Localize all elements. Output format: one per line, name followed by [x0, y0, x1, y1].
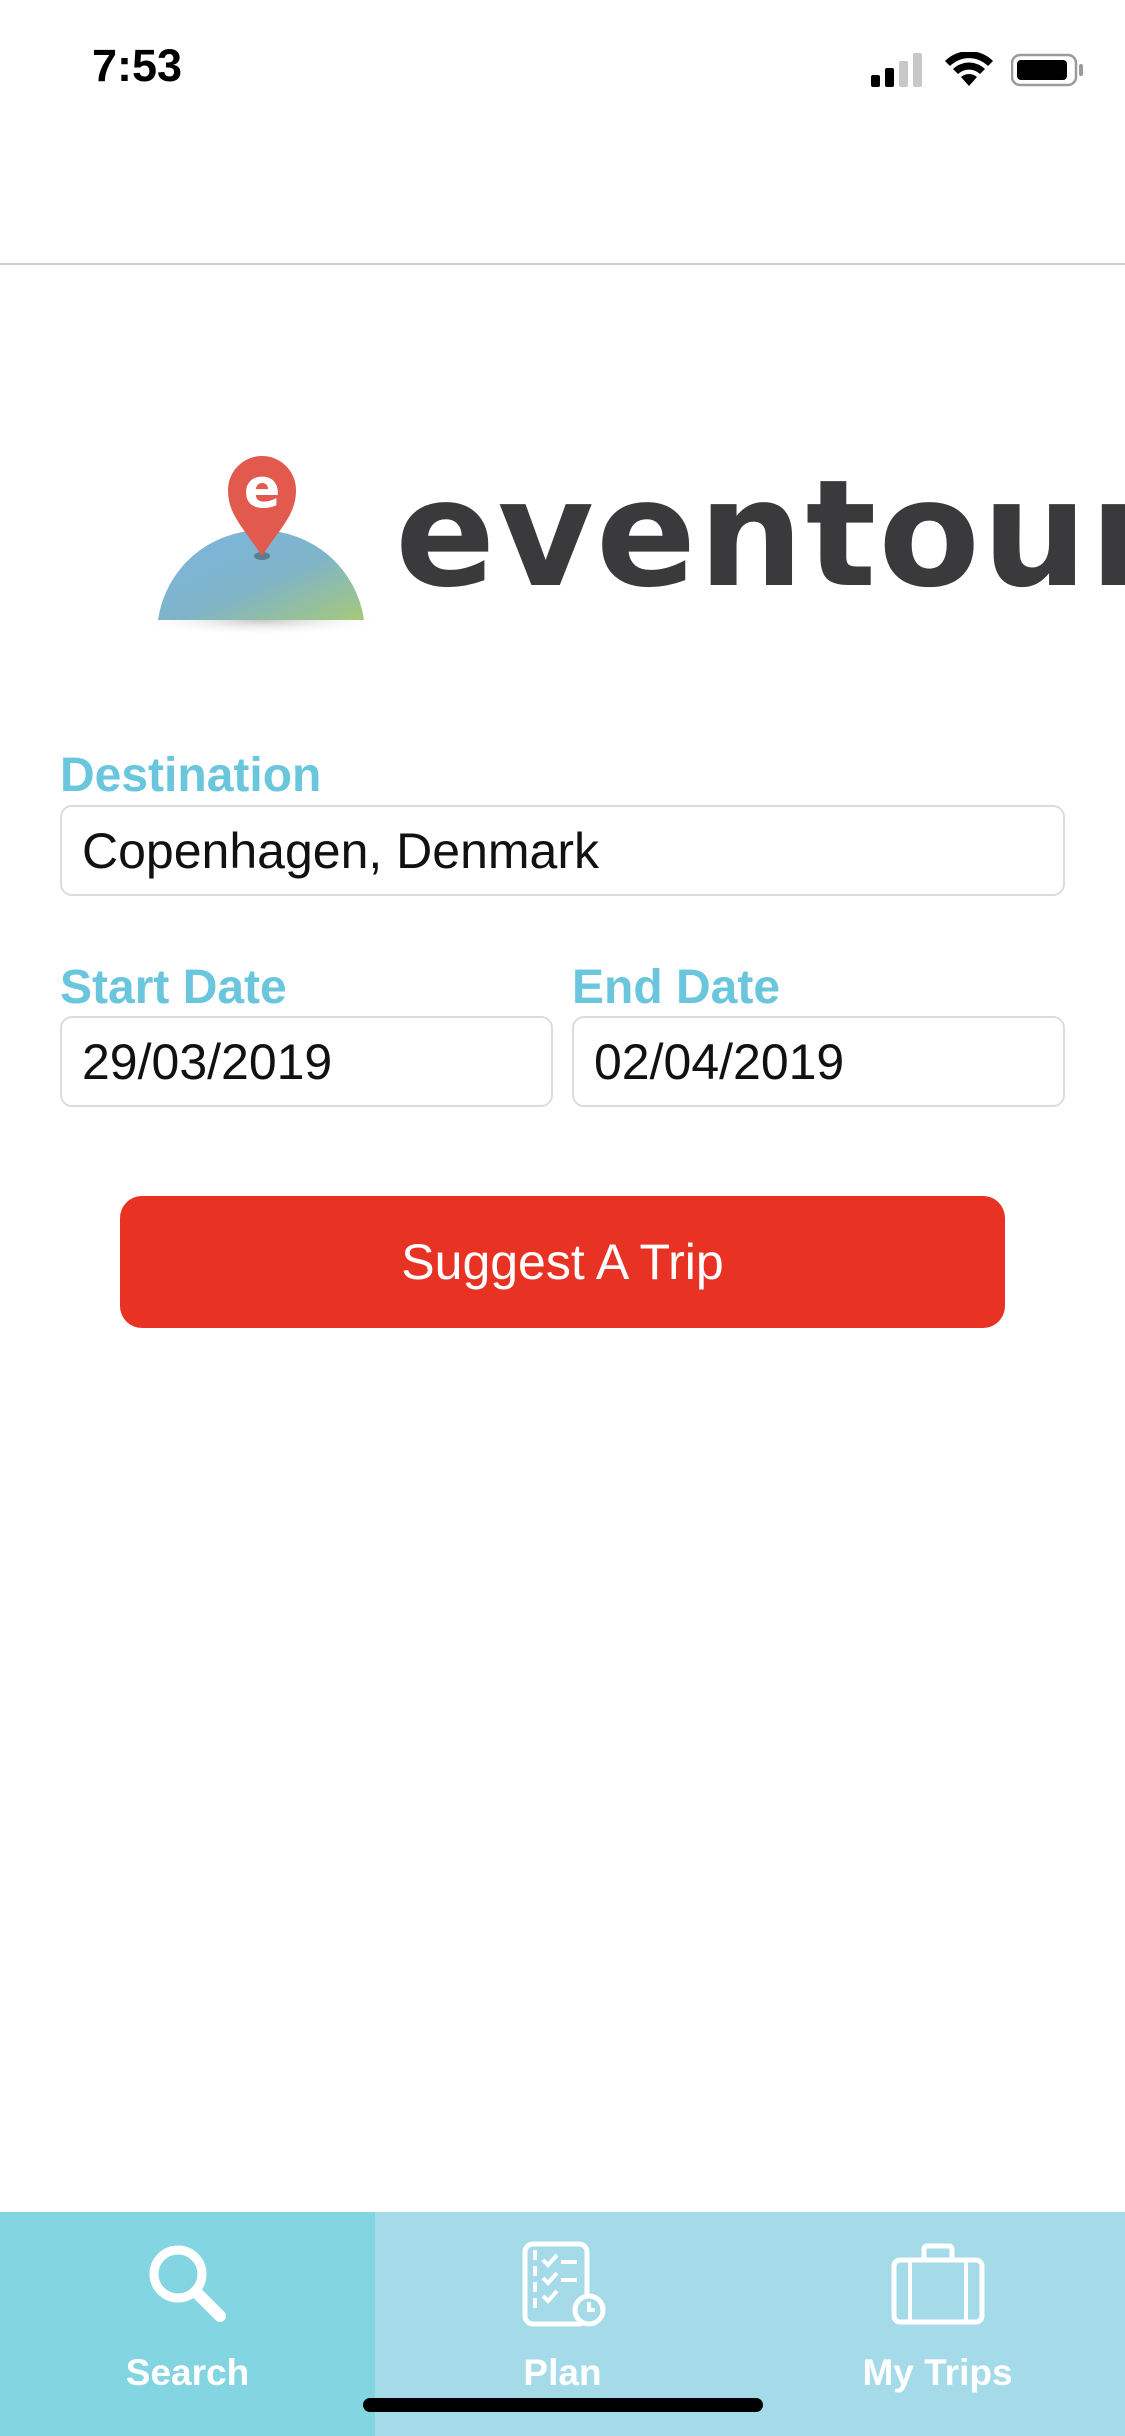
eventour-logo: e eventour	[130, 430, 1125, 650]
home-indicator[interactable]	[363, 2398, 763, 2412]
start-date-label: Start Date	[60, 961, 287, 1014]
tab-my-trips-label: My Trips	[862, 2352, 1013, 2393]
battery-icon	[1011, 53, 1083, 87]
brand-name: eventour	[395, 448, 1125, 620]
suggest-trip-button[interactable]: Suggest A Trip	[120, 1196, 1005, 1328]
cellular-signal-icon	[871, 53, 922, 87]
wifi-icon	[945, 52, 993, 86]
suitcase-icon	[891, 2243, 984, 2325]
end-date-field[interactable]: 02/04/2019	[572, 1016, 1065, 1107]
tab-search-label: Search	[125, 2352, 250, 2393]
pin-letter: e	[244, 457, 281, 520]
end-date-label: End Date	[572, 961, 781, 1014]
search-icon	[149, 2245, 226, 2322]
status-time: 7:53	[92, 40, 183, 91]
destination-field[interactable]: Copenhagen, Denmark	[60, 805, 1065, 896]
tab-search[interactable]: Search	[0, 2212, 375, 2436]
tab-plan-label: Plan	[523, 2352, 602, 2393]
status-bar: 7:53	[0, 0, 1125, 132]
destination-label: Destination	[60, 749, 322, 802]
app-screen: 7:53 e eventour Destination Copenhagen, …	[0, 0, 1125, 2436]
start-date-field[interactable]: 29/03/2019	[60, 1016, 553, 1107]
globe-pin-icon: e	[134, 456, 390, 636]
navigation-bar	[0, 132, 1125, 265]
status-icons	[871, 48, 1085, 92]
tab-my-trips[interactable]: My Trips	[750, 2212, 1125, 2436]
checklist-icon	[522, 2241, 605, 2327]
